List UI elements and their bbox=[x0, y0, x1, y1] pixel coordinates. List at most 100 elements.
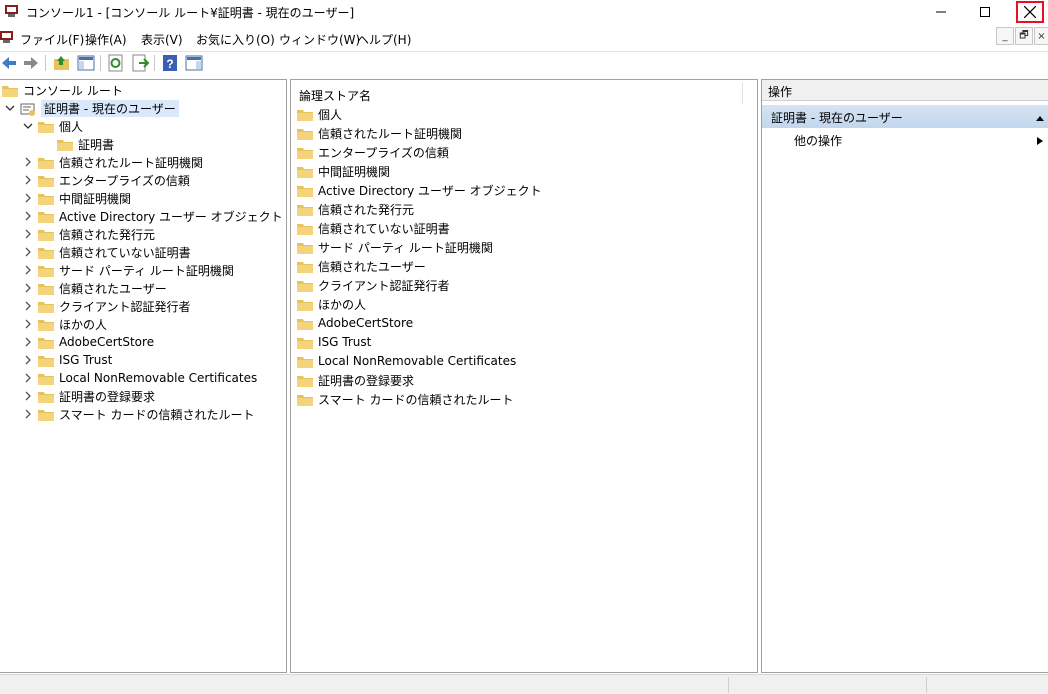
tree-node-console-root[interactable]: コンソール ルート bbox=[2, 81, 123, 99]
folder-icon bbox=[297, 184, 313, 197]
child-minimize-button[interactable]: _ bbox=[996, 27, 1014, 45]
list-item[interactable]: スマート カードの信頼されたルート bbox=[297, 390, 513, 408]
folder-icon bbox=[297, 393, 313, 406]
export-list-icon[interactable] bbox=[131, 54, 150, 72]
list-item-label: Local NonRemovable Certificates bbox=[318, 354, 517, 368]
chevron-right-icon[interactable] bbox=[22, 156, 34, 168]
show-hide-action-pane-icon[interactable] bbox=[185, 54, 203, 72]
menu-action[interactable]: 操作(A) bbox=[85, 31, 127, 48]
chevron-down-icon[interactable] bbox=[4, 102, 16, 114]
column-header-logical-store[interactable]: 論理ストア名 bbox=[299, 87, 371, 104]
maximize-button[interactable] bbox=[962, 0, 1008, 24]
tree-node[interactable]: ISG Trust bbox=[22, 351, 112, 369]
refresh-icon[interactable] bbox=[107, 54, 125, 72]
list-item[interactable]: Active Directory ユーザー オブジェクト bbox=[297, 181, 542, 199]
list-item[interactable]: サード パーティ ルート証明機関 bbox=[297, 238, 493, 256]
list-item[interactable]: 証明書の登録要求 bbox=[297, 371, 414, 389]
list-item[interactable]: Local NonRemovable Certificates bbox=[297, 352, 516, 370]
tree-node[interactable]: 信頼されていない証明書 bbox=[22, 243, 191, 261]
chevron-right-icon[interactable] bbox=[22, 300, 34, 312]
menu-help[interactable]: ヘルプ(H) bbox=[357, 31, 411, 48]
tree-node[interactable]: 信頼されたユーザー bbox=[22, 279, 167, 297]
list-item[interactable]: ISG Trust bbox=[297, 333, 371, 351]
tree-node[interactable]: サード パーティ ルート証明機関 bbox=[22, 261, 234, 279]
folder-icon bbox=[38, 246, 54, 259]
tree-node-personal[interactable]: 個人 bbox=[22, 117, 83, 135]
list-item[interactable]: AdobeCertStore bbox=[297, 314, 413, 332]
chevron-right-icon[interactable] bbox=[22, 228, 34, 240]
chevron-right-icon[interactable] bbox=[22, 372, 34, 384]
folder-icon bbox=[297, 260, 313, 273]
chevron-right-icon[interactable] bbox=[22, 192, 34, 204]
menu-file[interactable]: ファイル(F) bbox=[20, 31, 84, 48]
toolbar: ? bbox=[0, 51, 1048, 73]
chevron-right-icon[interactable] bbox=[22, 408, 34, 420]
minimize-button[interactable] bbox=[918, 0, 964, 24]
action-section-header[interactable]: 証明書 - 現在のユーザー bbox=[762, 105, 1048, 128]
list-item[interactable]: 信頼されていない証明書 bbox=[297, 219, 450, 237]
tree-node[interactable]: AdobeCertStore bbox=[22, 333, 154, 351]
tree-node[interactable]: 中間証明機関 bbox=[22, 189, 131, 207]
collapse-triangle-icon[interactable] bbox=[1035, 111, 1045, 125]
list-item[interactable]: 信頼されたルート証明機関 bbox=[297, 124, 462, 142]
list-item[interactable]: 個人 bbox=[297, 105, 342, 123]
up-folder-icon[interactable] bbox=[53, 54, 71, 72]
chevron-right-icon[interactable] bbox=[22, 336, 34, 348]
list-item[interactable]: 信頼された発行元 bbox=[297, 200, 414, 218]
chevron-right-icon[interactable] bbox=[22, 390, 34, 402]
tree-node[interactable]: クライアント認証発行者 bbox=[22, 297, 191, 315]
tree-node[interactable]: 信頼されたルート証明機関 bbox=[22, 153, 203, 171]
tree-node-current-user[interactable]: 証明書 - 現在のユーザー bbox=[4, 99, 179, 117]
folder-icon bbox=[297, 165, 313, 178]
tree-node-personal-certificates[interactable]: 証明書 bbox=[57, 135, 114, 153]
submenu-arrow-icon[interactable] bbox=[1036, 135, 1044, 149]
chevron-right-icon[interactable] bbox=[22, 282, 34, 294]
back-arrow-icon[interactable] bbox=[0, 54, 18, 72]
chevron-down-icon[interactable] bbox=[22, 120, 34, 132]
action-more-actions[interactable]: 他の操作 bbox=[794, 132, 842, 149]
action-section-label: 証明書 - 現在のユーザー bbox=[771, 111, 903, 125]
chevron-right-icon[interactable] bbox=[22, 210, 34, 222]
tree-node[interactable]: Local NonRemovable Certificates bbox=[22, 369, 257, 387]
tree-node[interactable]: スマート カードの信頼されたルート bbox=[22, 405, 254, 423]
tree-node[interactable]: エンタープライズの信頼 bbox=[22, 171, 190, 189]
toolbar-separator bbox=[154, 55, 155, 71]
list-item[interactable]: クライアント認証発行者 bbox=[297, 276, 450, 294]
chevron-right-icon[interactable] bbox=[22, 174, 34, 186]
menu-favorites[interactable]: お気に入り(O) bbox=[196, 31, 275, 48]
tree-node[interactable]: ほかの人 bbox=[22, 315, 107, 333]
child-restore-button[interactable]: 🗗 bbox=[1015, 27, 1033, 45]
tree-node-label: スマート カードの信頼されたルート bbox=[59, 407, 255, 422]
tree-node-label: AdobeCertStore bbox=[59, 335, 155, 349]
tree-node[interactable]: 証明書の登録要求 bbox=[22, 387, 155, 405]
chevron-right-icon[interactable] bbox=[22, 318, 34, 330]
list-item[interactable]: ほかの人 bbox=[297, 295, 366, 313]
tree-node-label: コンソール ルート bbox=[23, 83, 123, 98]
list-item[interactable]: 信頼されたユーザー bbox=[297, 257, 426, 275]
show-hide-tree-icon[interactable] bbox=[77, 54, 95, 72]
help-icon[interactable]: ? bbox=[161, 54, 179, 72]
list-item-label: スマート カードの信頼されたルート bbox=[318, 392, 514, 407]
list-item-label: ISG Trust bbox=[318, 335, 372, 349]
menu-window[interactable]: ウィンドウ(W) bbox=[279, 31, 360, 48]
status-divider bbox=[926, 677, 927, 693]
close-button[interactable] bbox=[1016, 1, 1044, 23]
list-item[interactable]: 中間証明機関 bbox=[297, 162, 390, 180]
list-item-label: 信頼された発行元 bbox=[318, 202, 415, 217]
tree-node[interactable]: 信頼された発行元 bbox=[22, 225, 155, 243]
chevron-right-icon[interactable] bbox=[22, 246, 34, 258]
forward-arrow-icon[interactable] bbox=[22, 54, 40, 72]
folder-icon bbox=[38, 372, 54, 385]
chevron-right-icon[interactable] bbox=[22, 354, 34, 366]
child-close-button[interactable]: × bbox=[1034, 27, 1048, 45]
tree-node-label: ISG Trust bbox=[59, 353, 113, 367]
console-menu-icon[interactable] bbox=[0, 30, 14, 44]
list-item[interactable]: エンタープライズの信頼 bbox=[297, 143, 449, 161]
tree-node[interactable]: Active Directory ユーザー オブジェクト bbox=[22, 207, 283, 225]
title-bar: コンソール1 - [コンソール ルート¥証明書 - 現在のユーザー] bbox=[0, 0, 1048, 24]
column-divider[interactable] bbox=[742, 82, 743, 104]
folder-icon bbox=[297, 146, 313, 159]
tree-node-label: ほかの人 bbox=[59, 317, 108, 332]
menu-view[interactable]: 表示(V) bbox=[141, 31, 183, 48]
chevron-right-icon[interactable] bbox=[22, 264, 34, 276]
